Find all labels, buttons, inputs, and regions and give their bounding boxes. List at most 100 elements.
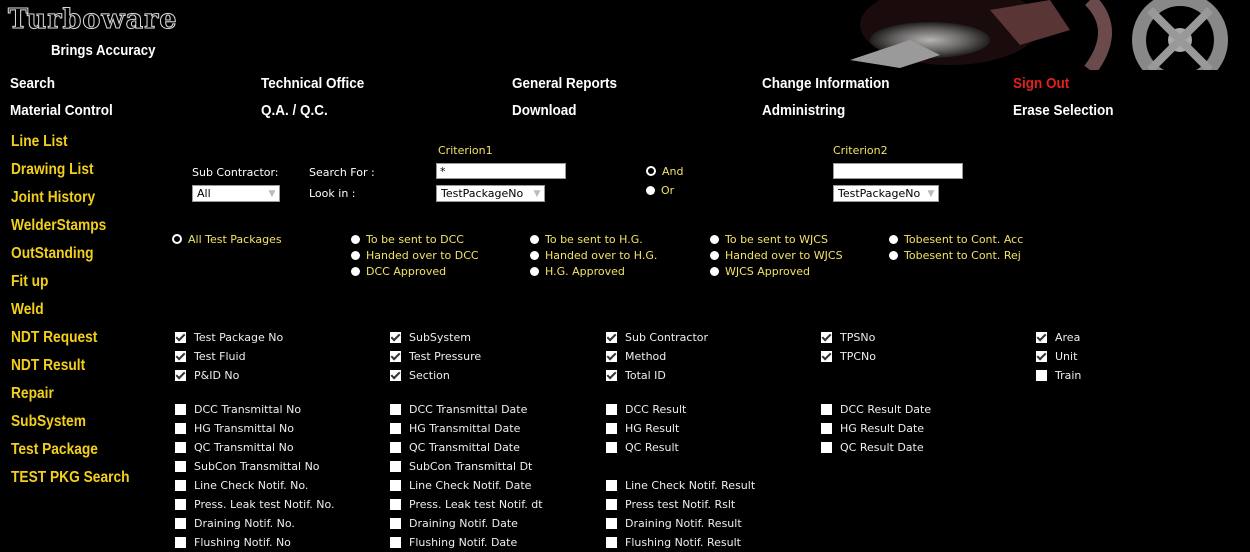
sidenav-outstanding[interactable]: OutStanding [11, 245, 130, 273]
checkbox[interactable] [390, 370, 401, 381]
checkbox[interactable] [175, 461, 186, 472]
nav-change-information[interactable]: Change Information [762, 75, 890, 92]
column-option[interactable]: Draining Notif. Date [390, 514, 543, 533]
search-for-input-2[interactable] [833, 163, 963, 179]
checkbox[interactable] [606, 370, 617, 381]
checkbox[interactable] [175, 423, 186, 434]
sidenav-test-package[interactable]: Test Package [11, 441, 130, 469]
or-radio[interactable] [646, 185, 655, 195]
column-option[interactable]: SubCon Transmittal Dt [390, 457, 543, 476]
column-option[interactable]: QC Transmittal Date [390, 438, 543, 457]
column-option[interactable]: Press test Notif. Rslt [606, 495, 755, 514]
column-option[interactable]: DCC Result [606, 400, 755, 419]
filter-radio[interactable] [710, 250, 719, 260]
filter-radio[interactable] [530, 266, 539, 276]
checkbox[interactable] [606, 499, 617, 510]
filter-option[interactable]: Tobesent to Cont. Rej [889, 247, 1023, 263]
checkbox[interactable] [175, 518, 186, 529]
checkbox[interactable] [606, 332, 617, 343]
checkbox[interactable] [821, 404, 832, 415]
sidenav-test-pkg-search[interactable]: TEST PKG Search [11, 469, 130, 497]
column-option[interactable]: Area [1036, 328, 1081, 347]
sidenav-line-list[interactable]: Line List [11, 133, 130, 161]
checkbox[interactable] [606, 518, 617, 529]
filter-radio[interactable] [710, 234, 719, 244]
filter-option[interactable]: Handed over to DCC [351, 247, 479, 263]
checkbox[interactable] [821, 332, 832, 343]
column-option[interactable]: SubSystem [390, 328, 481, 347]
column-option[interactable]: HG Result Date [821, 419, 931, 438]
checkbox[interactable] [1036, 332, 1047, 343]
checkbox[interactable] [606, 537, 617, 548]
nav-sign-out[interactable]: Sign Out [1013, 75, 1069, 92]
column-option[interactable]: Flushing Notif. No [175, 533, 335, 552]
sidenav-joint-history[interactable]: Joint History [11, 189, 130, 217]
checkbox[interactable] [390, 537, 401, 548]
column-option[interactable]: Flushing Notif. Date [390, 533, 543, 552]
filter-radio[interactable] [710, 266, 719, 276]
column-option[interactable]: Line Check Notif. No. [175, 476, 335, 495]
column-option[interactable]: Train [1036, 366, 1081, 385]
nav-administring[interactable]: Administring [762, 102, 845, 119]
checkbox[interactable] [606, 442, 617, 453]
filter-radio[interactable] [530, 250, 539, 260]
checkbox[interactable] [175, 442, 186, 453]
column-option[interactable]: Flushing Notif. Result [606, 533, 755, 552]
column-option[interactable]: QC Result Date [821, 438, 931, 457]
column-option[interactable]: Draining Notif. No. [175, 514, 335, 533]
checkbox[interactable] [390, 442, 401, 453]
nav-erase-selection[interactable]: Erase Selection [1013, 102, 1114, 119]
checkbox[interactable] [390, 461, 401, 472]
checkbox[interactable] [390, 332, 401, 343]
column-option[interactable]: Section [390, 366, 481, 385]
column-option[interactable]: Line Check Notif. Date [390, 476, 543, 495]
nav-technical-office[interactable]: Technical Office [261, 75, 364, 92]
column-option[interactable]: Draining Notif. Result [606, 514, 755, 533]
sidenav-subsystem[interactable]: SubSystem [11, 413, 130, 441]
sidenav-fit-up[interactable]: Fit up [11, 273, 130, 301]
checkbox[interactable] [821, 423, 832, 434]
search-for-input-1[interactable] [436, 163, 566, 179]
look-in-select-1[interactable]: TestPackageNo ▼ [436, 185, 545, 202]
checkbox[interactable] [175, 499, 186, 510]
filter-option[interactable]: WJCS Approved [710, 263, 843, 279]
filter-all-radio[interactable] [172, 234, 182, 244]
checkbox[interactable] [821, 351, 832, 362]
nav-search[interactable]: Search [10, 75, 55, 92]
checkbox[interactable] [175, 404, 186, 415]
checkbox[interactable] [175, 370, 186, 381]
sidenav-ndt-request[interactable]: NDT Request [11, 329, 130, 357]
filter-radio[interactable] [351, 234, 360, 244]
checkbox[interactable] [606, 423, 617, 434]
filter-option[interactable]: Handed over to WJCS [710, 247, 843, 263]
column-option[interactable]: QC Result [606, 438, 755, 457]
filter-all[interactable]: All Test Packages [172, 231, 282, 247]
filter-option[interactable]: To be sent to H.G. [530, 231, 657, 247]
sidenav-weld[interactable]: Weld [11, 301, 130, 329]
checkbox[interactable] [175, 351, 186, 362]
checkbox[interactable] [390, 499, 401, 510]
filter-option[interactable]: To be sent to WJCS [710, 231, 843, 247]
sidenav-drawing-list[interactable]: Drawing List [11, 161, 130, 189]
column-option[interactable]: Total ID [606, 366, 708, 385]
filter-radio[interactable] [351, 250, 360, 260]
checkbox[interactable] [390, 404, 401, 415]
checkbox[interactable] [390, 351, 401, 362]
checkbox[interactable] [1036, 351, 1047, 362]
checkbox[interactable] [175, 537, 186, 548]
column-option[interactable]: TPCNo [821, 347, 876, 366]
filter-option[interactable]: To be sent to DCC [351, 231, 479, 247]
column-option[interactable]: Test Package No [175, 328, 283, 347]
sidenav-welder-stamps[interactable]: WelderStamps [11, 217, 130, 245]
column-option[interactable]: HG Transmittal No [175, 419, 335, 438]
sidenav-repair[interactable]: Repair [11, 385, 130, 413]
checkbox[interactable] [606, 480, 617, 491]
checkbox[interactable] [175, 332, 186, 343]
column-option[interactable]: Test Fluid [175, 347, 283, 366]
filter-option[interactable]: Tobesent to Cont. Acc [889, 231, 1023, 247]
sub-contractor-select[interactable]: All ▼ [192, 185, 280, 202]
column-option[interactable]: SubCon Transmittal No [175, 457, 335, 476]
column-option[interactable]: HG Result [606, 419, 755, 438]
column-option[interactable]: P&ID No [175, 366, 283, 385]
filter-option[interactable]: DCC Approved [351, 263, 479, 279]
